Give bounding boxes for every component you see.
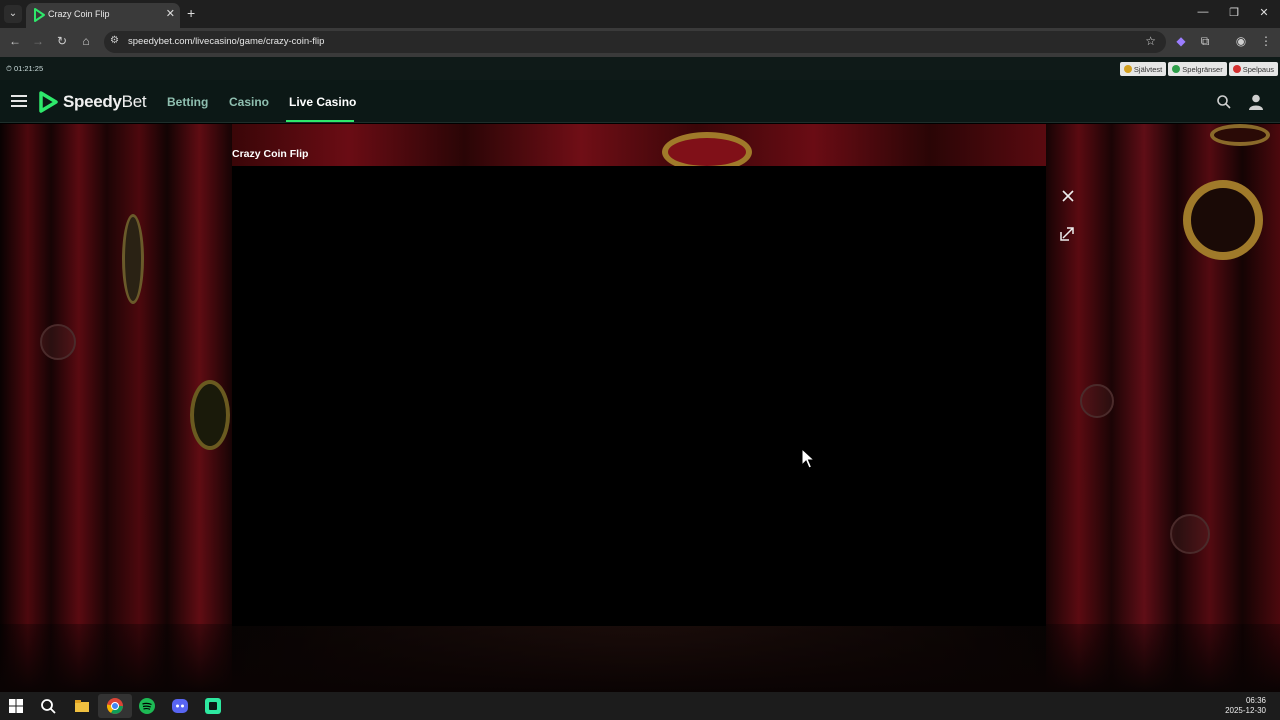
browser-tab-strip: ⌄ Crazy Coin Flip ✕ + — ❐ ✕ xyxy=(0,0,1280,28)
clock-icon: ⏱ xyxy=(6,64,12,73)
game-limits-button[interactable]: Spelgränser xyxy=(1168,62,1227,76)
speedybet-logo[interactable]: SpeedyBet xyxy=(37,91,147,113)
game-limits-label: Spelgränser xyxy=(1182,64,1223,74)
session-timer-value: 01:21:25 xyxy=(13,64,44,73)
search-icon[interactable] xyxy=(39,697,57,715)
decorative-coin xyxy=(1170,514,1210,554)
active-nav-indicator xyxy=(286,120,354,122)
self-test-icon xyxy=(1123,65,1132,73)
game-iframe[interactable] xyxy=(232,166,1046,626)
decorative-coin xyxy=(1080,384,1114,418)
self-test-label: Självtest xyxy=(1133,64,1163,74)
open-external-icon[interactable] xyxy=(1059,224,1077,242)
minimize-icon[interactable]: — xyxy=(1193,6,1213,18)
decorative-coin xyxy=(1210,124,1270,146)
game-area: Crazy Coin Flip xyxy=(0,124,1280,692)
app-icon[interactable] xyxy=(204,697,222,715)
extension-icon[interactable]: ◆ xyxy=(1173,34,1189,48)
back-icon[interactable]: ← xyxy=(7,34,23,48)
tab-title: Crazy Coin Flip xyxy=(48,9,110,19)
extensions-puzzle-icon[interactable]: ⧉ xyxy=(1197,34,1213,49)
file-explorer-icon[interactable] xyxy=(73,697,91,715)
decorative-coin xyxy=(190,380,230,450)
game-limits-icon xyxy=(1172,65,1181,73)
restore-icon[interactable]: ❐ xyxy=(1224,6,1244,19)
nav-betting[interactable]: Betting xyxy=(167,95,208,109)
forward-icon[interactable]: → xyxy=(30,34,46,48)
clock-date: 2025-12-30 xyxy=(1225,706,1266,715)
logo-text: SpeedyBet xyxy=(63,92,147,111)
background-floor xyxy=(0,624,1280,692)
browser-tab[interactable]: Crazy Coin Flip ✕ xyxy=(26,3,180,28)
tab-close-icon[interactable]: ✕ xyxy=(166,7,175,20)
search-icon[interactable] xyxy=(1216,94,1232,110)
close-game-icon[interactable] xyxy=(1059,187,1077,205)
site-header: SpeedyBet Betting Casino Live Casino xyxy=(0,80,1280,123)
game-title: Crazy Coin Flip xyxy=(232,148,309,160)
discord-icon[interactable] xyxy=(171,697,189,715)
home-icon[interactable]: ⌂ xyxy=(78,34,94,48)
windows-start-icon[interactable] xyxy=(7,697,25,715)
tab-search-button[interactable]: ⌄ xyxy=(4,5,22,23)
url-text: speedybet.com/livecasino/game/crazy-coin… xyxy=(128,36,325,47)
mouse-cursor-icon xyxy=(801,448,815,469)
chrome-icon[interactable] xyxy=(106,697,124,715)
decorative-coin xyxy=(122,214,144,304)
spotify-icon[interactable] xyxy=(138,697,156,715)
decorative-coin xyxy=(40,324,76,360)
user-account-icon[interactable] xyxy=(1247,93,1265,111)
profile-icon[interactable]: ◉ xyxy=(1233,34,1249,48)
reload-icon[interactable]: ↻ xyxy=(54,34,70,48)
game-pause-label: Spelpaus xyxy=(1242,64,1274,74)
speedybet-favicon-icon xyxy=(34,8,45,22)
bookmark-star-icon[interactable]: ☆ xyxy=(1145,34,1156,48)
decorative-coin xyxy=(1183,180,1263,260)
clock-time: 06:36 xyxy=(1245,696,1266,705)
new-tab-button[interactable]: + xyxy=(187,5,195,21)
hamburger-menu-icon[interactable] xyxy=(11,95,27,107)
browser-toolbar: ← → ↻ ⌂ ⚙ speedybet.com/livecasino/game/… xyxy=(0,28,1280,57)
responsible-gaming-buttons: Självtest Spelgränser Spelpaus xyxy=(1119,62,1278,76)
game-pause-icon xyxy=(1232,65,1241,73)
site-info-icon[interactable]: ⚙ xyxy=(110,35,119,46)
session-timer: ⏱ 01:21:25 xyxy=(6,64,43,74)
game-pause-button[interactable]: Spelpaus xyxy=(1228,62,1278,76)
nav-live-casino[interactable]: Live Casino xyxy=(289,95,356,109)
background-curtain-top xyxy=(232,124,1046,166)
site-info-bar: ⏱ 01:21:25 Självtest Spelgränser Spelpau… xyxy=(0,57,1280,80)
speedybet-logo-icon xyxy=(39,91,58,113)
browser-menu-icon[interactable]: ⋮ xyxy=(1258,34,1274,48)
windows-taskbar: 06:36 2025-12-30 xyxy=(0,692,1280,720)
nav-casino[interactable]: Casino xyxy=(229,95,269,109)
self-test-button[interactable]: Självtest xyxy=(1119,62,1167,76)
system-clock[interactable]: 06:36 2025-12-30 xyxy=(1225,696,1266,716)
window-close-icon[interactable]: ✕ xyxy=(1254,6,1274,19)
address-bar[interactable]: ⚙ speedybet.com/livecasino/game/crazy-co… xyxy=(104,31,1166,53)
